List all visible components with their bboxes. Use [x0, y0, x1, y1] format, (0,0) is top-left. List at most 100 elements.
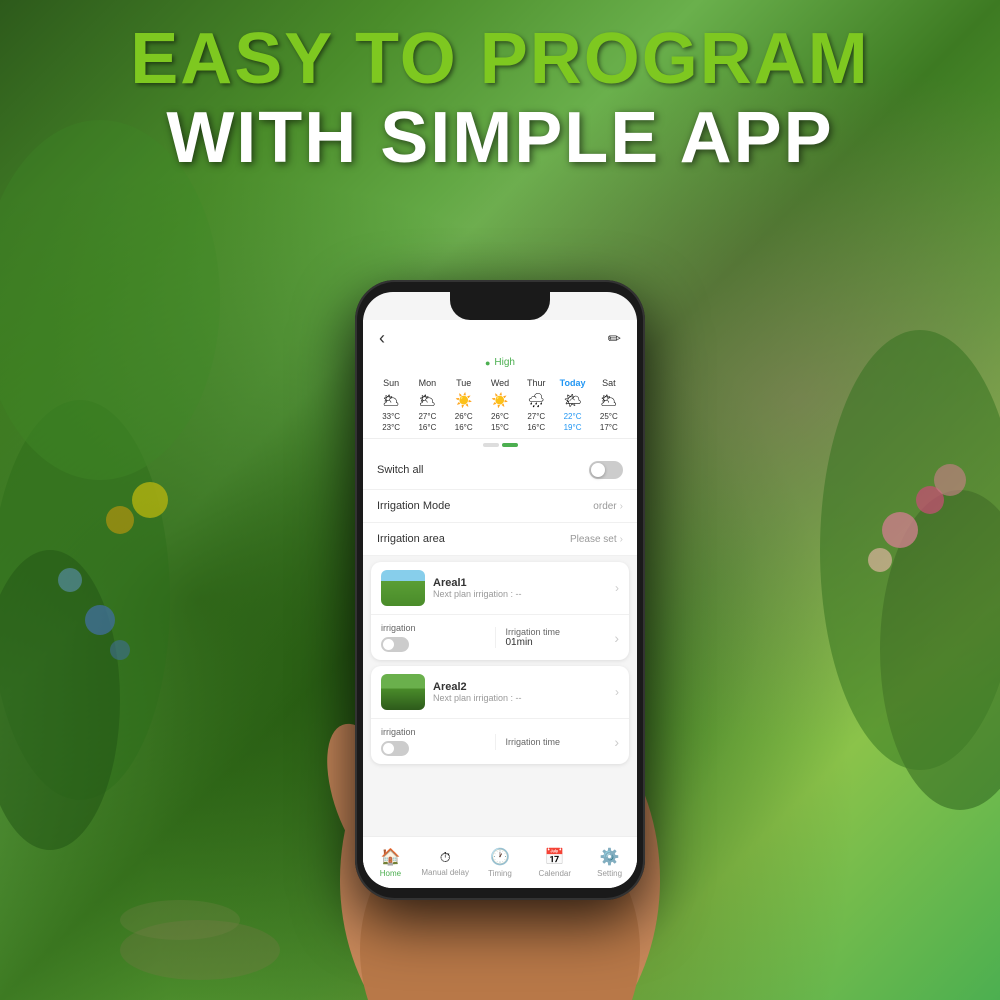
area-1-time-chevron: ›: [614, 630, 619, 646]
area-card-1[interactable]: Areal1 Next plan irrigation : -- › irrig…: [371, 562, 629, 660]
area-1-time-label: Irrigation time: [506, 627, 561, 637]
switch-all-row[interactable]: Switch all: [363, 451, 637, 490]
low-thur: 16°C: [518, 423, 554, 432]
low-sat: 17°C: [591, 423, 627, 432]
irrigation-area-value: Please set ›: [570, 534, 623, 545]
weather-icon-today: 🌤: [554, 392, 590, 409]
home-icon: 🏠: [380, 847, 400, 867]
day-sun: Sun: [373, 378, 409, 388]
screen-content: ‹ ✏ ● High Sun Mon Tue Wed: [363, 320, 637, 888]
area-2-irrigation-toggle[interactable]: irrigation: [381, 727, 495, 756]
area-1-chevron: ›: [615, 581, 619, 595]
header-line2: WITH SIMPLE APP: [0, 99, 1000, 178]
low-tue: 16°C: [446, 423, 482, 432]
day-sat: Sat: [591, 378, 627, 388]
timing-icon: 🕐: [490, 847, 510, 867]
area-1-header[interactable]: Areal1 Next plan irrigation : -- ›: [371, 562, 629, 615]
area-2-chevron: ›: [615, 685, 619, 699]
phone-hand-container: ‹ ✏ ● High Sun Mon Tue Wed: [310, 250, 690, 1000]
chevron-right-icon: ›: [620, 501, 623, 512]
irrigation-mode-label: Irrigation Mode: [377, 500, 450, 512]
nav-manual-delay[interactable]: ⏱ Manual delay: [418, 837, 473, 888]
weather-icon-thur: 🌧: [518, 392, 554, 409]
area-1-info: Areal1 Next plan irrigation : --: [433, 577, 615, 599]
toggle-knob: [591, 463, 605, 477]
nav-timing-label: Timing: [488, 869, 512, 878]
top-bar: ‹ ✏: [363, 320, 637, 353]
irrigation-mode-row[interactable]: Irrigation Mode order ›: [363, 490, 637, 523]
area-2-toggle-knob: [383, 743, 394, 754]
nav-calendar-label: Calendar: [539, 869, 571, 878]
area-2-time-label: Irrigation time: [506, 737, 561, 747]
area-2-info: Areal2 Next plan irrigation : --: [433, 681, 615, 703]
nav-timing[interactable]: 🕐 Timing: [473, 837, 528, 888]
weather-icons-row: 🌥 🌥 ☀️ ☀️ 🌧 🌤 🌥: [373, 392, 627, 409]
area-1-thumbnail: [381, 570, 425, 606]
nav-setting-label: Setting: [597, 869, 622, 878]
area-2-footer: irrigation Irrigation time ›: [371, 719, 629, 764]
area-1-irrigation-toggle[interactable]: irrigation: [381, 623, 495, 652]
low-today: 19°C: [554, 423, 590, 432]
nav-home[interactable]: 🏠 Home: [363, 837, 418, 888]
area-2-irr-label: irrigation: [381, 727, 495, 737]
chevron-right-icon-2: ›: [620, 534, 623, 545]
area-2-time-section[interactable]: Irrigation time ›: [495, 734, 620, 750]
area-1-toggle[interactable]: [381, 637, 409, 652]
weather-icon-sat: 🌥: [591, 392, 627, 409]
header-line1: EASY TO PROGRAM: [0, 20, 1000, 99]
weather-icon-wed: ☀️: [482, 392, 518, 409]
irrigation-area-row[interactable]: Irrigation area Please set ›: [363, 523, 637, 556]
weather-highs-row: 33°C 27°C 26°C 26°C 27°C 22°C 25°C: [373, 412, 627, 421]
irrigation-mode-value: order ›: [593, 501, 623, 512]
notch: [450, 292, 550, 320]
day-thur: Thur: [518, 378, 554, 388]
setting-icon: ⚙️: [600, 847, 620, 867]
area-1-irr-label: irrigation: [381, 623, 495, 633]
switch-all-toggle[interactable]: [589, 461, 623, 479]
day-tue: Tue: [446, 378, 482, 388]
area-1-name: Areal1: [433, 577, 615, 589]
area-2-toggle[interactable]: [381, 741, 409, 756]
weather-section: Sun Mon Tue Wed Thur Today Sat 🌥 🌥 ☀️ ☀️…: [363, 372, 637, 439]
high-wed: 26°C: [482, 412, 518, 421]
high-mon: 27°C: [409, 412, 445, 421]
phone-screen: ‹ ✏ ● High Sun Mon Tue Wed: [363, 292, 637, 888]
low-sun: 23°C: [373, 423, 409, 432]
area-2-time-chevron: ›: [614, 734, 619, 750]
weather-lows-row: 23°C 16°C 16°C 15°C 16°C 19°C 17°C: [373, 423, 627, 432]
nav-home-label: Home: [380, 869, 401, 878]
high-sun: 33°C: [373, 412, 409, 421]
area-2-header[interactable]: Areal2 Next plan irrigation : -- ›: [371, 666, 629, 719]
weather-icon-tue: ☀️: [446, 392, 482, 409]
low-mon: 16°C: [409, 423, 445, 432]
high-sat: 25°C: [591, 412, 627, 421]
swipe-indicator: [363, 439, 637, 451]
battery-label: High: [494, 357, 515, 368]
calendar-icon: 📅: [545, 847, 565, 867]
day-today: Today: [554, 378, 590, 388]
edit-button[interactable]: ✏: [608, 329, 621, 349]
area-1-subtitle: Next plan irrigation : --: [433, 589, 615, 599]
phone: ‹ ✏ ● High Sun Mon Tue Wed: [355, 280, 645, 900]
weather-days-row: Sun Mon Tue Wed Thur Today Sat: [373, 378, 627, 388]
area-card-2[interactable]: Areal2 Next plan irrigation : -- › irrig…: [371, 666, 629, 764]
area-2-time-info: Irrigation time: [506, 737, 561, 747]
low-wed: 15°C: [482, 423, 518, 432]
area-1-time-section[interactable]: Irrigation time 01min ›: [495, 627, 620, 648]
swipe-dot-1: [483, 443, 499, 447]
irrigation-area-label: Irrigation area: [377, 533, 445, 545]
back-button[interactable]: ‹: [379, 328, 385, 349]
area-1-footer: irrigation Irrigation time 01min ›: [371, 615, 629, 660]
weather-icon-mon: 🌥: [409, 392, 445, 409]
battery-row: ● High: [363, 353, 637, 372]
nav-manual-label: Manual delay: [421, 868, 469, 877]
area-1-toggle-knob: [383, 639, 394, 650]
nav-setting[interactable]: ⚙️ Setting: [582, 837, 637, 888]
nav-calendar[interactable]: 📅 Calendar: [527, 837, 582, 888]
area-2-thumbnail: [381, 674, 425, 710]
day-mon: Mon: [409, 378, 445, 388]
high-tue: 26°C: [446, 412, 482, 421]
header-section: EASY TO PROGRAM WITH SIMPLE APP: [0, 20, 1000, 178]
manual-delay-icon: ⏱: [440, 849, 451, 866]
area-2-name: Areal2: [433, 681, 615, 693]
